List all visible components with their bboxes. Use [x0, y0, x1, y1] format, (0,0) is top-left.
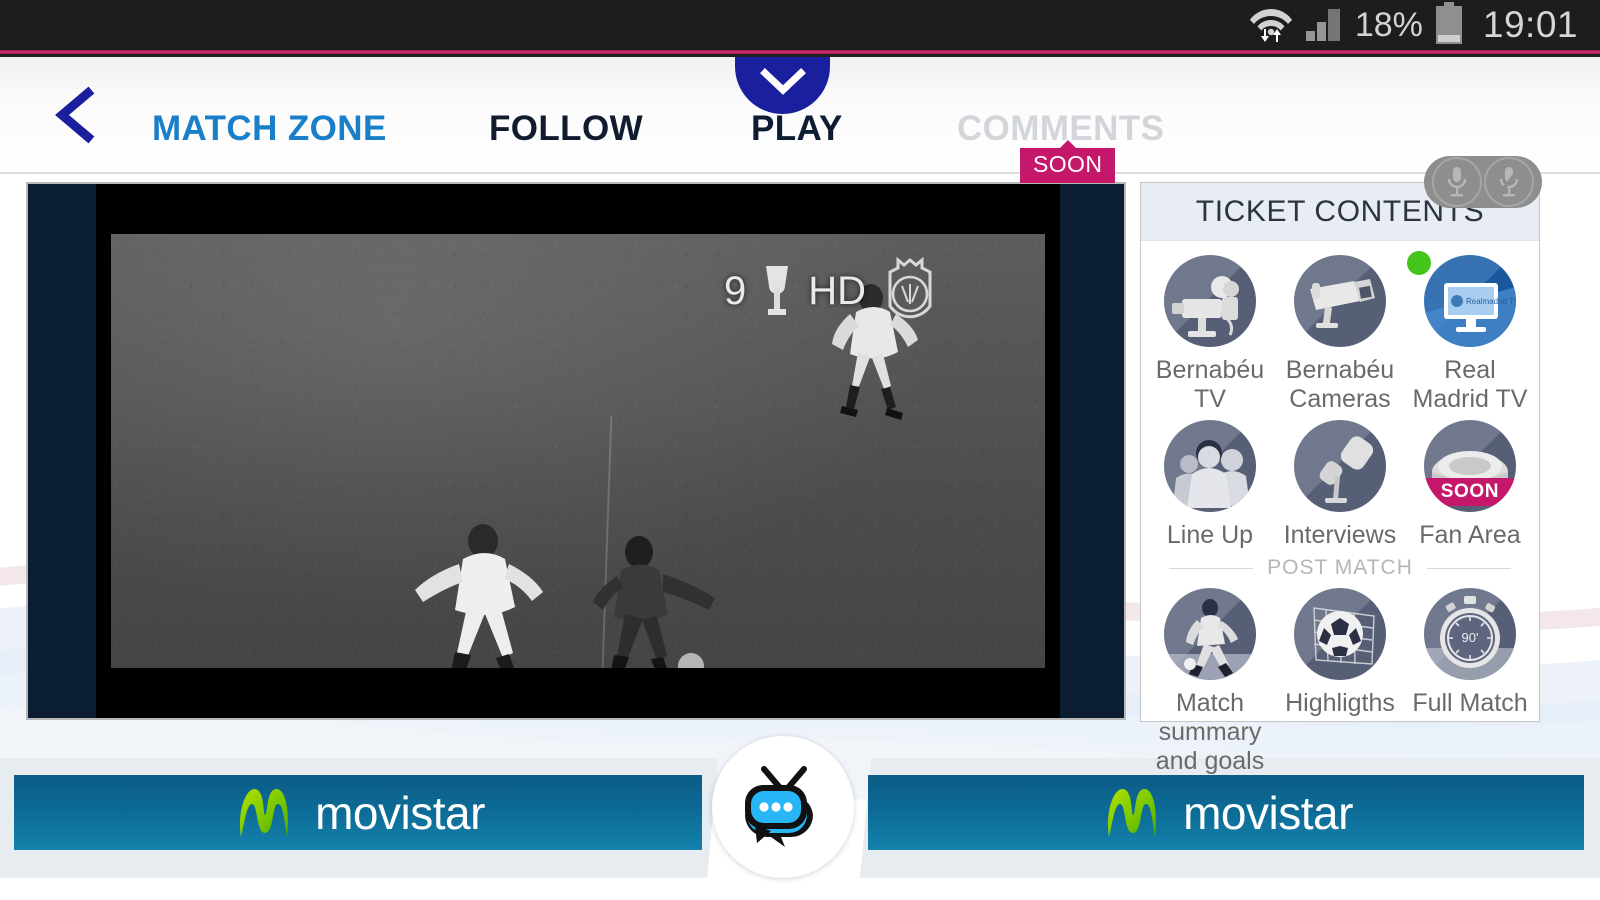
soon-ribbon: SOON [1423, 478, 1516, 506]
comments-soon-badge: SOON [1020, 140, 1116, 183]
ticket-contents-panel: TICKET CONTENTS Bernabéu TV Bernabéu Cam… [1140, 182, 1540, 775]
ticket-item-label: Interviews [1283, 521, 1397, 549]
tab-play[interactable]: PLAY [751, 109, 843, 149]
app-header: MATCH ZONE FOLLOW PLAY COMMENTS [0, 19, 1600, 208]
movistar-wordmark: movistar [1183, 786, 1353, 839]
monitor-icon: Realmadrid TV [1423, 255, 1516, 347]
live-indicator-dot [1406, 251, 1431, 275]
player-kicking-icon [1163, 588, 1256, 680]
movistar-banner-left[interactable]: movistar [14, 775, 702, 850]
ticket-item-bernabeu-cameras[interactable]: Bernabéu Cameras [1275, 249, 1405, 414]
ticket-item-fan-area[interactable]: SOON Fan Area [1405, 414, 1535, 550]
movistar-m-logo [1108, 788, 1157, 837]
ticket-item-label: Highligths [1285, 689, 1395, 717]
video-overlay: 9 HD [724, 256, 940, 326]
microphone-on-option[interactable] [1432, 157, 1482, 207]
video-player[interactable]: 9 HD [26, 182, 1126, 720]
battery-percent: 18% [1354, 5, 1423, 44]
ticket-item-label: Bernabéu Cameras [1285, 356, 1395, 413]
chevron-down-icon [760, 68, 806, 95]
channel-number: 9 [723, 268, 747, 313]
clock: 19:01 [1482, 4, 1578, 45]
status-bar: 18% 19:01 [0, 0, 1600, 50]
ticket-item-label: Line Up [1166, 521, 1254, 549]
movistar-m-logo [240, 788, 289, 837]
ticket-item-line-up[interactable]: Line Up [1145, 414, 1275, 550]
tab-bar: MATCH ZONE FOLLOW PLAY COMMENTS [0, 19, 1600, 174]
player-figure-dark [593, 536, 715, 668]
microphone-off-option[interactable] [1484, 157, 1534, 207]
divider-label: POST MATCH [1267, 556, 1413, 579]
players-group-icon [1163, 420, 1256, 512]
bottom-spacer [0, 878, 1600, 900]
ticket-item-label: Match summary and goals [1155, 689, 1265, 775]
player-figure-white [415, 524, 543, 668]
tv-chat-bubble-icon [745, 766, 813, 847]
stopwatch-label: 90' [1461, 630, 1478, 645]
battery-icon [1434, 1, 1464, 49]
ticket-item-real-madrid-tv[interactable]: Realmadrid TV Real Madrid TV [1405, 249, 1535, 414]
stopwatch-icon: 90' [1423, 588, 1516, 680]
ticket-item-match-summary[interactable]: Match summary and goals [1145, 582, 1275, 776]
video-frame[interactable]: 9 HD [111, 234, 1045, 668]
ticket-item-highlights[interactable]: Highligths [1275, 582, 1405, 776]
tab-match-zone[interactable]: MATCH ZONE [152, 109, 387, 149]
stadium-icon: SOON [1423, 420, 1516, 512]
ticket-items-grid: Bernabéu TV Bernabéu Cameras Realmadrid … [1141, 241, 1539, 776]
header-top-border [0, 54, 1600, 57]
ticket-item-label: Real Madrid TV [1412, 356, 1528, 413]
svg-text:Realmadrid TV: Realmadrid TV [1466, 297, 1516, 306]
movistar-wordmark: movistar [315, 786, 485, 839]
microphones-icon [1293, 420, 1386, 512]
real-madrid-crest-icon [888, 256, 932, 319]
tab-follow[interactable]: FOLLOW [489, 109, 643, 149]
tv-camera-icon [1163, 255, 1256, 347]
ticket-item-interviews[interactable]: Interviews [1275, 414, 1405, 550]
microphone-muted-icon [1496, 166, 1522, 198]
post-match-divider: POST MATCH [1145, 550, 1535, 582]
movistar-banner-right[interactable]: movistar [868, 775, 1584, 850]
trophy-icon [766, 266, 789, 315]
ticket-item-label: Fan Area [1419, 521, 1521, 549]
soccer-goal-icon [1293, 588, 1386, 680]
security-camera-icon [1293, 255, 1386, 347]
cellular-signal-icon [1304, 4, 1344, 47]
divider-line-right [1426, 567, 1512, 569]
quality-label: HD [808, 268, 866, 313]
microphone-icon [1447, 167, 1467, 197]
ticket-item-full-match[interactable]: 90' Full Match [1405, 582, 1535, 776]
divider-line-left [1169, 567, 1254, 569]
microphone-toggle[interactable] [1424, 156, 1542, 208]
video-letterbox: 9 HD [96, 184, 1060, 718]
wifi-transfer-icon [1249, 3, 1293, 48]
ticket-item-bernabeu-tv[interactable]: Bernabéu TV [1145, 249, 1275, 414]
chat-button[interactable] [712, 736, 854, 878]
ticket-item-label: Full Match [1412, 689, 1528, 717]
ticket-item-label: Bernabéu TV [1155, 356, 1265, 413]
